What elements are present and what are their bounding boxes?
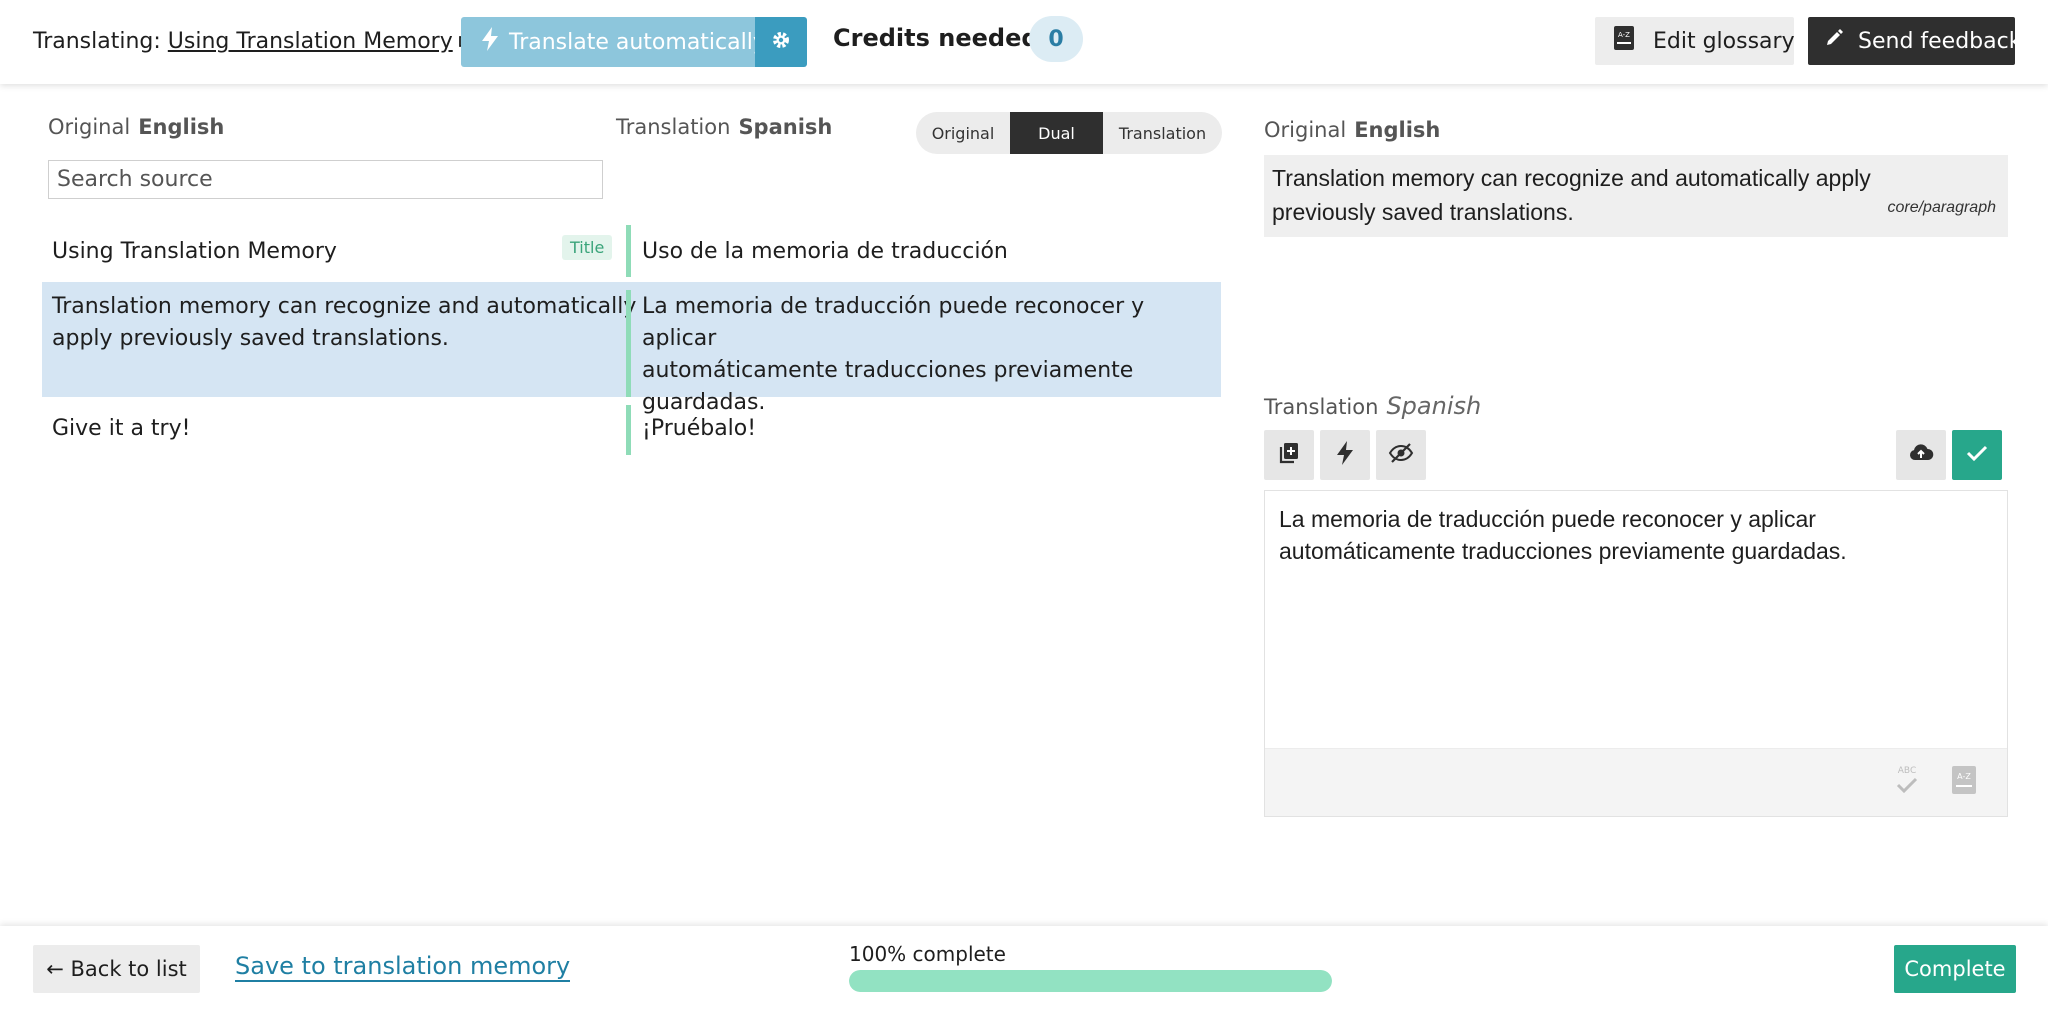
translation-text-line: automáticamente traducciones previamente…	[1279, 538, 1847, 564]
auto-translate-segment-button[interactable]	[1320, 430, 1370, 480]
save-to-memory-link[interactable]: Save to translation memory	[235, 952, 571, 982]
progress-bar-fill	[849, 970, 1332, 992]
translation-text[interactable]: La memoria de traducción puede reconocer…	[1279, 503, 1979, 567]
translate-automatically-label: Translate automatically	[509, 29, 766, 55]
gear-icon	[771, 30, 791, 54]
segment-row-selected[interactable]: Translation memory can recognize and aut…	[42, 282, 1221, 415]
segment-target-line: automáticamente traducciones previamente	[642, 358, 1134, 383]
original-text-box: Translation memory can recognize and aut…	[1264, 155, 2008, 237]
svg-text:A-Z: A-Z	[1618, 31, 1630, 39]
footer-bar: ← Back to list Save to translation memor…	[0, 926, 2048, 1012]
editor-original-language: English	[1354, 118, 1441, 142]
svg-text:A-Z: A-Z	[1957, 772, 1971, 781]
document-title-link[interactable]: Using Translation Memory	[168, 29, 453, 54]
lightning-icon	[481, 27, 499, 57]
view-original-button[interactable]: Original	[916, 112, 1010, 154]
pencil-icon	[1824, 28, 1844, 54]
back-to-list-button[interactable]: ← Back to list	[33, 945, 200, 993]
complete-button[interactable]: Complete	[1894, 945, 2016, 993]
eye-slash-icon	[1388, 442, 1414, 468]
segment-target-line: La memoria de traducción puede reconocer…	[642, 294, 1145, 351]
translation-text-line: La memoria de traducción puede reconocer…	[1279, 506, 1816, 532]
editor-translation-language: Spanish	[1386, 392, 1482, 420]
translation-editor[interactable]: La memoria de traducción puede reconocer…	[1264, 490, 2008, 817]
approve-translation-button[interactable]	[1952, 430, 2002, 480]
segment-divider	[626, 225, 631, 277]
segment-source-line: apply previously saved translations.	[52, 326, 449, 351]
view-dual-button[interactable]: Dual	[1010, 112, 1103, 154]
lightning-icon	[1336, 441, 1354, 469]
segment-divider	[626, 405, 631, 455]
segment-row[interactable]: Give it a try! ¡Pruébalo!	[42, 397, 1221, 459]
editor-translation-header: Translation Spanish	[1264, 392, 1481, 420]
edit-glossary-label: Edit glossary	[1653, 28, 1795, 54]
glossary-icon[interactable]: A-Z	[1951, 765, 1977, 799]
segment-source: Translation memory can recognize and aut…	[52, 291, 636, 355]
segment-source: Using Translation Memory	[52, 239, 337, 264]
segment-target: ¡Pruébalo!	[642, 416, 757, 441]
list-original-header: Original English	[48, 115, 224, 139]
list-original-label: Original	[48, 115, 131, 139]
segment-source: Give it a try!	[52, 416, 191, 441]
check-icon	[1966, 444, 1988, 466]
credits-needed-label: Credits needed	[833, 24, 1039, 52]
send-feedback-label: Send feedback	[1858, 28, 2022, 54]
view-translation-button[interactable]: Translation	[1103, 112, 1222, 154]
segment-divider	[626, 290, 631, 397]
top-bar: Translating: Using Translation Memory Tr…	[0, 0, 2048, 84]
spellcheck-icon[interactable]: ABC	[1892, 763, 1922, 803]
list-original-language: English	[138, 115, 225, 139]
progress-bar	[849, 970, 1332, 992]
segment-row[interactable]: Using Translation Memory Title Uso de la…	[42, 225, 1221, 282]
svg-text:ABC: ABC	[1898, 766, 1916, 776]
glossary-icon: A-Z	[1613, 25, 1635, 57]
view-mode-toggle: Original Dual Translation	[916, 112, 1222, 154]
original-text-line: Translation memory can recognize and aut…	[1272, 165, 1871, 191]
editor-translation-label: Translation	[1264, 395, 1379, 419]
translating-label: Translating:	[33, 29, 161, 54]
translating-info: Translating: Using Translation Memory	[33, 29, 473, 55]
translation-settings-button[interactable]	[755, 17, 807, 67]
editor-original-label: Original	[1264, 118, 1347, 142]
credits-count-badge: 0	[1029, 16, 1083, 62]
copy-source-button[interactable]	[1264, 430, 1314, 480]
translate-automatically-button[interactable]: Translate automatically	[461, 17, 766, 67]
edit-glossary-button[interactable]: A-Z Edit glossary	[1595, 17, 1795, 65]
cloud-upload-icon	[1908, 442, 1934, 468]
editor-original-header: Original English	[1264, 118, 1440, 142]
list-translation-label: Translation	[616, 115, 731, 139]
block-type-label: core/paragraph	[1887, 199, 1996, 216]
title-badge: Title	[562, 235, 613, 260]
list-translation-header: Translation Spanish	[616, 115, 832, 139]
send-feedback-button[interactable]: Send feedback	[1808, 17, 2021, 65]
search-source-input[interactable]	[48, 160, 603, 199]
list-translation-language: Spanish	[738, 115, 833, 139]
progress-label: 100% complete	[849, 942, 1006, 966]
copy-icon	[1277, 441, 1301, 469]
editor-footer: ABC A-Z	[1265, 748, 2007, 816]
toggle-preview-button[interactable]	[1376, 430, 1426, 480]
segment-target: Uso de la memoria de traducción	[642, 239, 1008, 264]
upload-button[interactable]	[1896, 430, 1946, 480]
segment-source-line: Translation memory can recognize and aut…	[52, 294, 637, 319]
